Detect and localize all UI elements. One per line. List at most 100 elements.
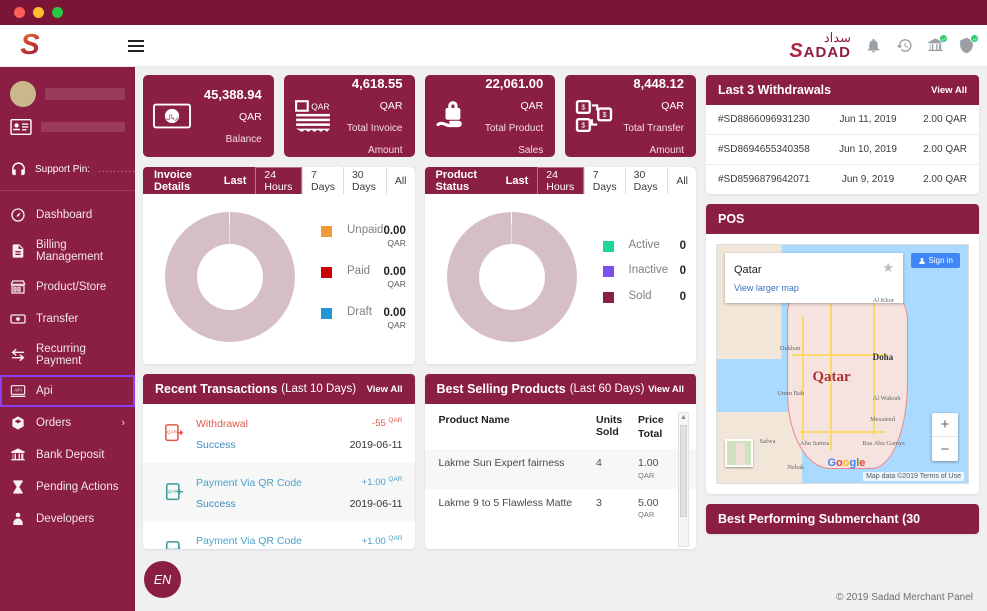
sidebar-item-label: Developers bbox=[36, 513, 94, 525]
scroll-up-icon[interactable]: ▲ bbox=[679, 414, 688, 421]
withdrawals-view-all[interactable]: View All bbox=[931, 85, 967, 96]
api-icon: API bbox=[10, 383, 26, 399]
product-tab-30-days[interactable]: 30 Days bbox=[625, 167, 668, 194]
map-card-title: Qatar bbox=[734, 264, 762, 276]
legend-value: 0 bbox=[680, 239, 686, 253]
invoice-last-label: Last bbox=[215, 167, 256, 194]
pos-map[interactable]: Qatar View larger map ★ Sign in Qatar Do… bbox=[716, 244, 969, 484]
product-tab-7-days[interactable]: 7 Days bbox=[584, 167, 625, 194]
transaction-amount: +1.00 QAR bbox=[362, 477, 403, 488]
sidebar-item-developers[interactable]: Developers bbox=[0, 503, 135, 535]
stat-card-total-invoice-amount[interactable]: QAR 4,618.55 QAR Total Invoice Amount bbox=[284, 75, 415, 157]
orders-icon bbox=[10, 415, 26, 431]
invoice-tab-7-days[interactable]: 7 Days bbox=[302, 167, 343, 194]
stat-currency: QAR bbox=[239, 111, 262, 123]
language-toggle-button[interactable]: EN bbox=[144, 561, 181, 598]
stat-amount: 22,061.00 bbox=[485, 76, 543, 91]
legend-item: Inactive 0 bbox=[603, 264, 687, 278]
sidebar-item-product-store[interactable]: Product/Store bbox=[0, 271, 135, 303]
table-row[interactable]: #SD8866096931230 Jun 11, 2019 2.00 QAR bbox=[706, 105, 979, 135]
map-card-text: Qatar View larger map bbox=[734, 260, 882, 296]
bell-icon[interactable] bbox=[865, 37, 882, 54]
transaction-amount-unit: QAR bbox=[388, 534, 402, 541]
sidebar-item-label: Transfer bbox=[36, 313, 78, 325]
legend-item: Draft 0.00QAR bbox=[321, 306, 406, 331]
sidebar-item-label: Bank Deposit bbox=[36, 449, 104, 461]
list-item[interactable]: QAR Withdrawal Success -55 QAR 2019-06-1… bbox=[143, 404, 415, 463]
invoice-icon: QAR bbox=[294, 99, 332, 133]
map-view-larger-link[interactable]: View larger map bbox=[734, 283, 799, 293]
sidebar-nav: Dashboard Billing Management Product/Sto… bbox=[0, 199, 135, 535]
brand-latin-text: SADAD bbox=[789, 41, 851, 61]
transaction-date: 2019-06-11 bbox=[350, 439, 403, 451]
sidebar-item-pending-actions[interactable]: Pending Actions bbox=[0, 471, 135, 503]
header-actions: سداد SADAD bbox=[789, 31, 975, 61]
stat-amount: 4,618.55 bbox=[352, 76, 403, 91]
window-close-button[interactable] bbox=[14, 7, 25, 18]
table-row[interactable]: #SD8694655340358 Jun 10, 2019 2.00 QAR bbox=[706, 135, 979, 165]
sidebar-item-bank-deposit[interactable]: Bank Deposit bbox=[0, 439, 135, 471]
recent-transactions-view-all[interactable]: View All bbox=[367, 384, 403, 395]
withdrawal-date: Jun 11, 2019 bbox=[829, 114, 907, 125]
developers-icon bbox=[10, 511, 26, 527]
withdrawal-date: Jun 10, 2019 bbox=[829, 144, 907, 155]
stat-card-text: 45,388.94 QAR Balance bbox=[199, 84, 262, 149]
map-satellite-thumbnail[interactable] bbox=[725, 439, 753, 467]
transfer-icon bbox=[10, 311, 26, 327]
table-row[interactable]: #SD8596879642071 Jun 9, 2019 2.00 QAR bbox=[706, 165, 979, 194]
map-sign-in-button[interactable]: Sign in bbox=[911, 253, 960, 268]
svg-text:$: $ bbox=[603, 110, 608, 119]
shield-icon[interactable] bbox=[958, 37, 975, 54]
menu-toggle-button[interactable] bbox=[128, 40, 144, 52]
sidebar-item-recurring-payment[interactable]: Recurring Payment bbox=[0, 335, 135, 375]
sidebar-item-dashboard[interactable]: Dashboard bbox=[0, 199, 135, 231]
dashboard-icon bbox=[10, 207, 26, 223]
legend-label: Sold bbox=[614, 290, 680, 302]
legend-swatch-paid bbox=[321, 267, 332, 278]
product-tab-24-hours[interactable]: 24 Hours bbox=[537, 167, 583, 194]
scrollbar-thumb[interactable] bbox=[680, 425, 687, 517]
stat-card-total-product-sales[interactable]: 22,061.00 QAR Total Product Sales bbox=[425, 75, 556, 157]
sadad-s-logo[interactable]: S bbox=[10, 31, 50, 60]
sidebar-item-api[interactable]: API Api bbox=[0, 375, 135, 407]
bottom-panels-row: Recent Transactions (Last 10 Days) View … bbox=[143, 374, 696, 549]
best-selling-view-all[interactable]: View All bbox=[648, 384, 684, 395]
table-row[interactable]: Lakme Sun Expert fairness 4 1.00QAR bbox=[425, 449, 697, 488]
best-performing-submerchant-panel: Best Performing Submerchant (30 bbox=[706, 504, 979, 534]
products-table-scrollbar[interactable]: ▲ bbox=[678, 412, 689, 547]
bank-icon[interactable] bbox=[927, 37, 944, 54]
stat-currency: QAR bbox=[520, 100, 543, 112]
stat-label: Total Transfer Amount bbox=[623, 123, 684, 156]
withdrawal-id: #SD8866096931230 bbox=[718, 114, 829, 125]
table-row[interactable]: Lakme 9 to 5 Flawless Matte 3 5.00QAR bbox=[425, 489, 697, 528]
sidebar-item-orders[interactable]: Orders › bbox=[0, 407, 135, 439]
map-city-label: Doha bbox=[873, 352, 894, 362]
list-item[interactable]: QAR Payment Via QR Code Success +1.00 QA… bbox=[143, 463, 415, 522]
store-icon bbox=[10, 279, 26, 295]
map-zoom-controls[interactable]: + − bbox=[932, 413, 958, 461]
map-zoom-in-button[interactable]: + bbox=[932, 413, 958, 437]
star-icon[interactable]: ★ bbox=[882, 260, 894, 296]
sidebar-item-transfer[interactable]: Transfer bbox=[0, 303, 135, 335]
footer-copyright: © 2019 Sadad Merchant Panel bbox=[836, 592, 973, 603]
map-zoom-out-button[interactable]: − bbox=[932, 437, 958, 461]
invoice-tab-all[interactable]: All bbox=[386, 167, 415, 194]
window-titlebar bbox=[0, 0, 987, 25]
legend-value: 0 bbox=[680, 264, 686, 278]
window-maximize-button[interactable] bbox=[52, 7, 63, 18]
invoice-tab-24-hours[interactable]: 24 Hours bbox=[255, 167, 302, 194]
stat-card-total-transfer-amount[interactable]: $$$ 8,448.12 QAR Total Transfer Amount bbox=[565, 75, 696, 157]
history-icon[interactable] bbox=[896, 37, 913, 54]
invoice-tab-30-days[interactable]: 30 Days bbox=[343, 167, 386, 194]
transaction-amount: -55 QAR bbox=[372, 418, 402, 429]
stat-card-text: 22,061.00 QAR Total Product Sales bbox=[481, 73, 544, 159]
transaction-date: 2019-06-11 bbox=[350, 498, 403, 510]
sidebar-item-billing-management[interactable]: Billing Management bbox=[0, 231, 135, 271]
list-item[interactable]: QAR Payment Via QR Code Success +1.00 QA… bbox=[143, 522, 415, 549]
invoice-panel-title: Invoice Details bbox=[143, 167, 215, 194]
product-tab-all[interactable]: All bbox=[667, 167, 696, 194]
stat-card-balance[interactable]: ريال 45,388.94 QAR Balance bbox=[143, 75, 274, 157]
window-minimize-button[interactable] bbox=[33, 7, 44, 18]
transaction-meta: -55 QAR 2019-06-11 bbox=[350, 411, 403, 456]
panel-title: POS bbox=[718, 212, 744, 226]
